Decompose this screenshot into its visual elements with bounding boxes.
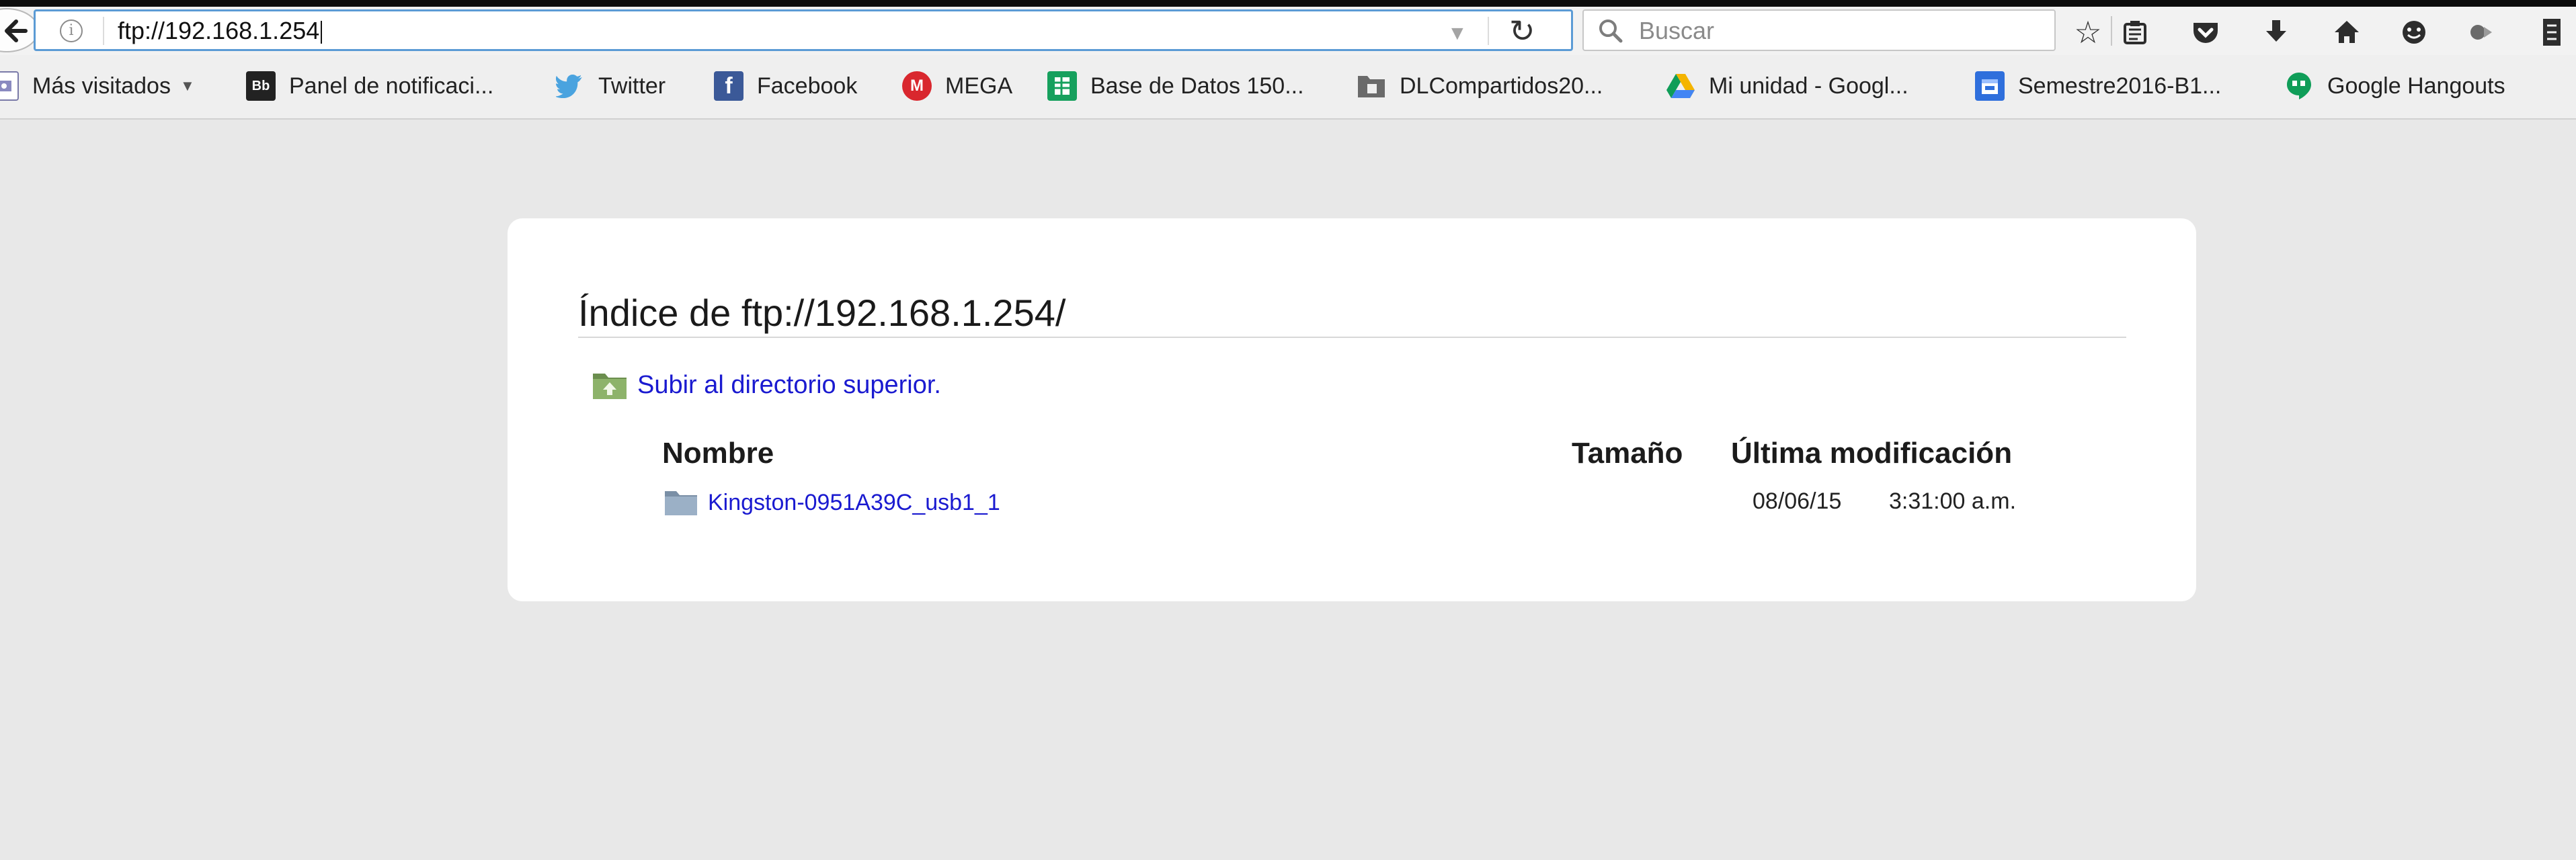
reload-icon[interactable]: ↻: [1509, 15, 1535, 46]
bookmark-label: Google Hangouts: [2327, 73, 2505, 99]
bookmark-label: DLCompartidos20...: [1400, 73, 1603, 99]
drive-icon: [1666, 71, 1695, 101]
window-top-edge: [0, 0, 2576, 7]
bookmarks-menu-icon[interactable]: [2118, 15, 2152, 50]
mega-icon: M: [902, 71, 932, 101]
sheets-icon: [1047, 71, 1077, 101]
toolbar-icons: ☆: [2070, 7, 2576, 55]
bookmark-star-icon[interactable]: ☆: [2070, 15, 2105, 50]
calendar-icon: [1975, 71, 2005, 101]
ftp-listing-card: Índice de ftp://192.168.1.254/ Subir al …: [508, 218, 2196, 601]
bookmark-label: Semestre2016-B1...: [2018, 73, 2222, 99]
facebook-icon: f: [714, 71, 743, 101]
folder-icon: [1357, 71, 1386, 101]
bookmark-mi-unidad[interactable]: Mi unidad - Googl...: [1666, 71, 1908, 101]
bookmark-dlcompartidos[interactable]: DLCompartidos20...: [1357, 71, 1603, 101]
url-input[interactable]: ftp://192.168.1.254: [118, 17, 323, 45]
column-header-name[interactable]: Nombre: [662, 437, 774, 470]
bookmark-semestre[interactable]: Semestre2016-B1...: [1975, 71, 2221, 101]
back-arrow-icon: [5, 19, 28, 42]
bookmark-label: Panel de notificaci...: [289, 73, 494, 99]
bookmark-label: Facebook: [757, 73, 858, 99]
column-header-modified[interactable]: Última modificación: [1731, 437, 2012, 470]
directory-name: Kingston-0951A39C_usb1_1: [708, 489, 1000, 515]
parent-directory-label: Subir al directorio superior.: [637, 370, 941, 399]
most-visited-icon: [0, 71, 19, 101]
chevron-down-icon: ▼: [179, 77, 195, 94]
menu-icon[interactable]: [2534, 15, 2569, 50]
url-value: ftp://192.168.1.254: [118, 17, 320, 44]
page-title: Índice de ftp://192.168.1.254/: [578, 292, 1066, 334]
pocket-icon[interactable]: [2188, 15, 2223, 50]
bookmark-label: Twitter: [598, 73, 666, 99]
extension-icon[interactable]: [2464, 15, 2499, 50]
search-icon: [1599, 19, 1623, 43]
table-row-link[interactable]: Kingston-0951A39C_usb1_1: [663, 486, 1000, 519]
search-bar[interactable]: Buscar: [1582, 9, 2056, 51]
title-divider: [578, 337, 2126, 338]
bookmark-label: MEGA: [945, 73, 1013, 99]
home-icon[interactable]: [2329, 15, 2364, 50]
column-header-size[interactable]: Tamaño: [1572, 437, 1683, 470]
bookmark-mega[interactable]: M MEGA: [902, 71, 1012, 101]
modified-time: 3:31:00 a.m.: [1889, 488, 2017, 514]
bookmark-label: Más visitados: [32, 73, 171, 99]
url-bar[interactable]: i ftp://192.168.1.254 ▼ ↻: [34, 9, 1573, 51]
toolbar-divider: [2111, 16, 2112, 46]
history-dropdown-icon[interactable]: ▼: [1447, 22, 1467, 45]
bookmarks-toolbar: Más visitados ▼ Bb Panel de notificaci..…: [0, 55, 2576, 120]
url-divider: [103, 17, 104, 45]
hangouts-icon: [2284, 71, 2314, 101]
bookmark-label: Base de Datos 150...: [1090, 73, 1304, 99]
blackboard-icon: Bb: [246, 71, 276, 101]
navigation-toolbar: i ftp://192.168.1.254 ▼ ↻ Buscar ☆: [0, 7, 2576, 56]
bookmark-base-de-datos[interactable]: Base de Datos 150...: [1047, 71, 1304, 101]
download-icon[interactable]: [2259, 15, 2294, 50]
info-icon[interactable]: i: [60, 19, 83, 42]
twitter-icon: [555, 71, 585, 101]
bookmark-panel-notificaciones[interactable]: Bb Panel de notificaci...: [246, 71, 493, 101]
bookmark-facebook[interactable]: f Facebook: [714, 71, 857, 101]
smiley-icon[interactable]: [2397, 15, 2431, 50]
text-caret: [321, 21, 323, 44]
bookmark-twitter[interactable]: Twitter: [555, 71, 666, 101]
bookmark-google-hangouts[interactable]: Google Hangouts: [2284, 71, 2505, 101]
bookmark-label: Mi unidad - Googl...: [1709, 73, 1908, 99]
bookmark-most-visited[interactable]: Más visitados ▼: [0, 71, 195, 101]
folder-up-icon: [593, 374, 627, 399]
parent-directory-link[interactable]: Subir al directorio superior.: [592, 368, 941, 402]
url-divider: [1488, 17, 1489, 45]
folder-icon: [665, 491, 697, 515]
search-placeholder: Buscar: [1639, 17, 1715, 44]
modified-date: 08/06/15: [1753, 488, 1842, 514]
